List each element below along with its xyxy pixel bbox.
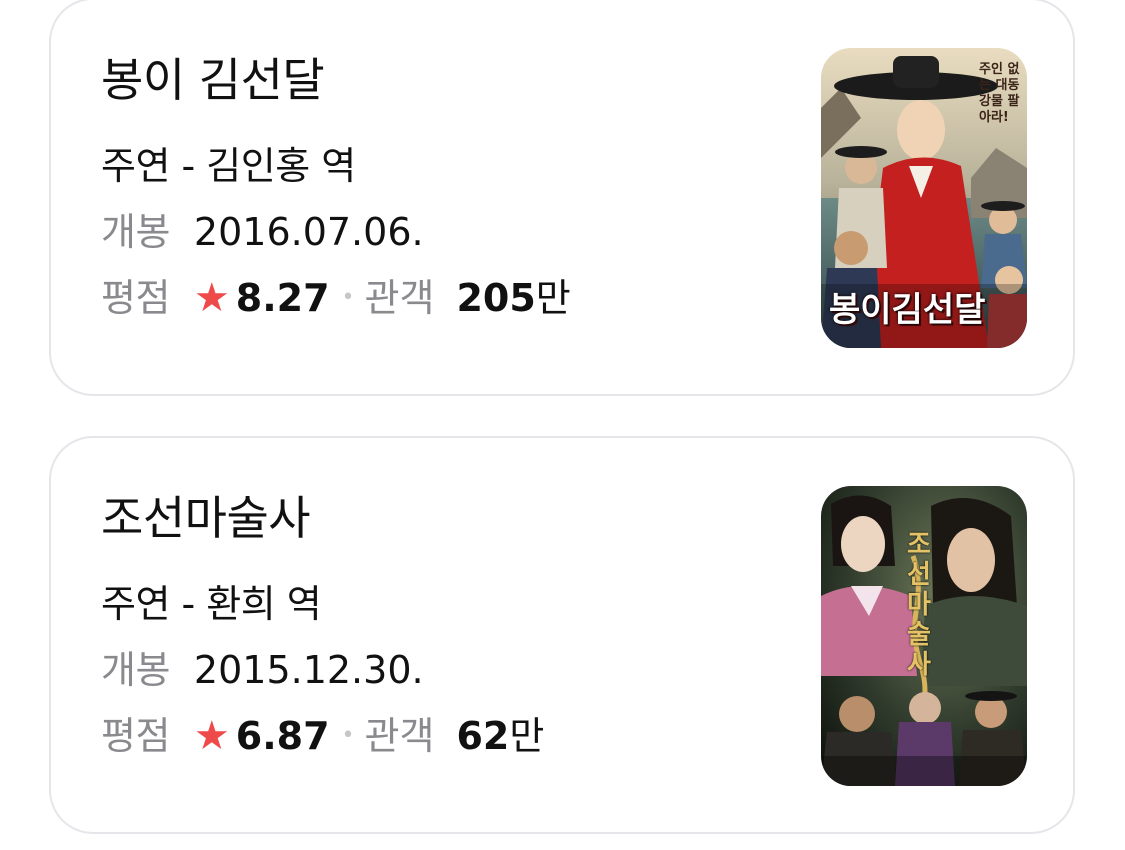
movie-title[interactable]: 봉이 김선달 bbox=[101, 52, 325, 108]
rating-label: 평점 bbox=[101, 276, 170, 320]
release-date: 2016.07.06. bbox=[193, 210, 424, 254]
rating-row: 평점 ★ 8.27 • 관객 205 만 bbox=[101, 274, 571, 322]
release-row: 개봉 2016.07.06. bbox=[101, 208, 424, 256]
movie-poster[interactable]: 조선마술사 bbox=[821, 486, 1027, 786]
movie-card[interactable]: 봉이 김선달 주연 - 김인홍 역 개봉 2016.07.06. 평점 ★ 8.… bbox=[49, 0, 1075, 396]
separator-dot: • bbox=[341, 723, 355, 748]
separator-dot: • bbox=[341, 285, 355, 310]
audience-label: 관객 bbox=[364, 714, 435, 758]
release-label: 개봉 bbox=[101, 210, 170, 254]
release-row: 개봉 2015.12.30. bbox=[101, 646, 424, 694]
audience-count: 62 bbox=[456, 714, 510, 758]
release-label: 개봉 bbox=[101, 648, 170, 692]
rating-row: 평점 ★ 6.87 • 관객 62 만 bbox=[101, 712, 544, 760]
rating-score: 8.27 bbox=[235, 276, 330, 320]
movie-poster[interactable]: 봉이김선달 주인 없는 대동강물 팔아라! bbox=[821, 48, 1027, 348]
poster-tagline: 주인 없는 대동강물 팔아라! bbox=[979, 62, 1020, 125]
rating-label: 평점 bbox=[101, 714, 170, 758]
movie-card[interactable]: 조선마술사 주연 - 환희 역 개봉 2015.12.30. 평점 ★ 6.87… bbox=[49, 436, 1075, 834]
movie-role: 주연 - 환희 역 bbox=[101, 582, 322, 626]
movie-title[interactable]: 조선마술사 bbox=[101, 490, 311, 546]
poster-title: 조선마술사 bbox=[907, 530, 931, 680]
audience-count: 205 bbox=[456, 276, 536, 320]
audience-unit: 만 bbox=[535, 276, 571, 320]
release-date: 2015.12.30. bbox=[193, 648, 424, 692]
star-icon: ★ bbox=[193, 713, 230, 759]
audience-unit: 만 bbox=[509, 714, 545, 758]
star-icon: ★ bbox=[193, 275, 230, 321]
audience-label: 관객 bbox=[364, 276, 435, 320]
movie-role: 주연 - 김인홍 역 bbox=[101, 144, 356, 188]
poster-title: 봉이김선달 bbox=[829, 290, 986, 330]
rating-score: 6.87 bbox=[235, 714, 330, 758]
